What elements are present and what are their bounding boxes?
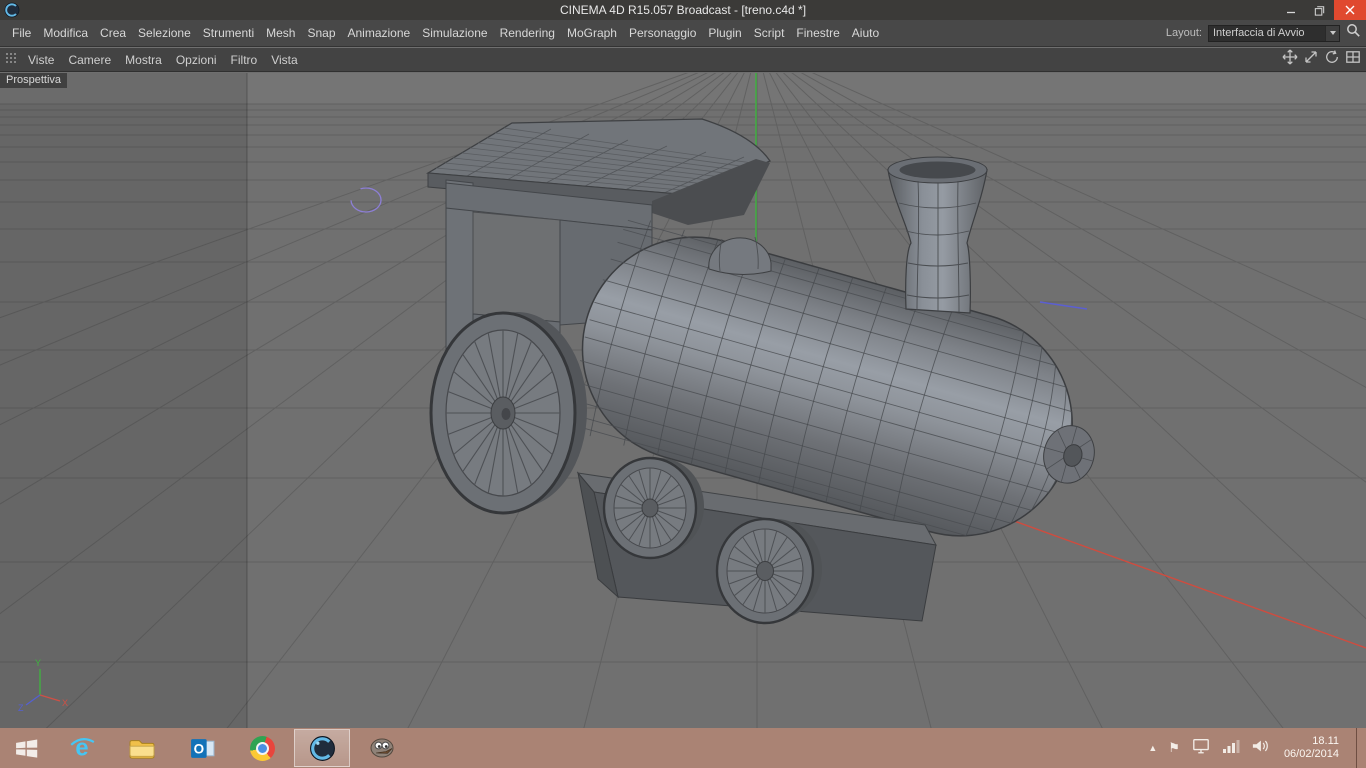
viewport-canvas[interactable]: Prospettiva Y X Z	[0, 73, 1366, 728]
volume-icon[interactable]	[1251, 738, 1269, 759]
menu-aiuto[interactable]: Aiuto	[846, 23, 885, 43]
menu-selezione[interactable]: Selezione	[132, 23, 197, 43]
action-center-flag-icon[interactable]: ⚑	[1168, 740, 1180, 756]
hidden-icons-button[interactable]: ▲	[1148, 743, 1157, 753]
menu-simulazione[interactable]: Simulazione	[416, 23, 493, 43]
outlook-icon: O	[190, 738, 214, 758]
start-button[interactable]	[0, 728, 52, 768]
menu-mesh[interactable]: Mesh	[260, 23, 301, 43]
svg-text:O: O	[193, 741, 204, 756]
axis-z-label: Z	[18, 703, 24, 713]
taskbar-app-chrome[interactable]	[234, 729, 290, 767]
menu-animazione[interactable]: Animazione	[342, 23, 417, 43]
signal-strength-icon[interactable]	[1222, 738, 1240, 759]
menu-mograph[interactable]: MoGraph	[561, 23, 623, 43]
app-icon[interactable]	[4, 2, 20, 18]
menu-finestre[interactable]: Finestre	[790, 23, 845, 43]
menu-strumenti[interactable]: Strumenti	[197, 23, 260, 43]
taskbar-clock[interactable]: 18.11 06/02/2014	[1280, 735, 1339, 761]
chevron-down-icon[interactable]	[1325, 25, 1339, 41]
axis-x-label: X	[62, 698, 68, 708]
menu-rendering[interactable]: Rendering	[494, 23, 561, 43]
menu-plugin[interactable]: Plugin	[702, 23, 747, 43]
clock-date: 06/02/2014	[1283, 748, 1339, 760]
cinema4d-icon	[309, 735, 335, 761]
taskbar-app-cinema-4d[interactable]	[294, 729, 350, 767]
internet-explorer-icon: e	[70, 736, 95, 762]
viewport-nav-icons	[1282, 49, 1366, 70]
viewport-menubar: Viste Camere Mostra Opzioni Filtro Vista	[0, 48, 1366, 72]
menu-snap[interactable]: Snap	[301, 23, 341, 43]
vmenu-mostra[interactable]: Mostra	[118, 51, 169, 69]
vmenu-camere[interactable]: Camere	[61, 51, 118, 69]
taskbar-app-gimp[interactable]	[354, 729, 410, 767]
vmenu-viste[interactable]: Viste	[21, 51, 61, 69]
zoom-view-icon[interactable]	[1303, 49, 1319, 70]
scene-3d: Y X Z	[0, 73, 1366, 728]
toggle-views-icon[interactable]	[1345, 49, 1361, 70]
layout-dropdown-value: Interfaccia di Avvio	[1213, 27, 1305, 39]
window-title: CINEMA 4D R15.057 Broadcast - [treno.c4d…	[559, 3, 807, 17]
windows-logo-icon	[15, 739, 37, 758]
layout-label: Layout:	[1165, 27, 1202, 39]
view-label: Prospettiva	[0, 73, 68, 88]
layout-area: Layout: Interfaccia di Avvio	[1166, 23, 1366, 43]
vmenu-vista[interactable]: Vista	[264, 51, 304, 69]
close-button[interactable]	[1334, 0, 1366, 20]
chrome-icon	[249, 735, 275, 761]
show-desktop-button[interactable]	[1356, 728, 1362, 768]
menu-script[interactable]: Script	[748, 23, 791, 43]
titlebar: CINEMA 4D R15.057 Broadcast - [treno.c4d…	[0, 0, 1366, 20]
taskbar-app-internet-explorer[interactable]: e	[54, 729, 110, 767]
screen: CINEMA 4D R15.057 Broadcast - [treno.c4d…	[0, 0, 1366, 768]
rotate-view-icon[interactable]	[1324, 49, 1340, 70]
folder-icon	[129, 740, 155, 759]
system-tray: ▲ ⚑ 18.11 06/02/2014	[1148, 728, 1366, 768]
vmenu-opzioni[interactable]: Opzioni	[169, 51, 224, 69]
menu-crea[interactable]: Crea	[94, 23, 132, 43]
restore-button[interactable]	[1305, 0, 1334, 20]
gimp-icon	[370, 738, 394, 758]
axis-y-label: Y	[35, 658, 41, 668]
vmenu-filtro[interactable]: Filtro	[224, 51, 265, 69]
window-controls	[1276, 0, 1366, 20]
minimize-button[interactable]	[1276, 0, 1305, 20]
grip-handle-icon[interactable]	[5, 51, 17, 69]
search-icon[interactable]	[1346, 23, 1361, 43]
grid-edge-shade	[0, 73, 247, 728]
menu-modifica[interactable]: Modifica	[37, 23, 94, 43]
network-monitor-icon[interactable]	[1191, 737, 1211, 760]
taskbar: e O ▲ ⚑ 18.11 06/02/2014	[0, 728, 1366, 768]
train-wheel-large	[429, 311, 587, 515]
main-menubar: File Modifica Crea Selezione Strumenti M…	[0, 20, 1366, 47]
taskbar-app-outlook[interactable]: O	[174, 729, 230, 767]
clock-time: 18.11	[1312, 735, 1339, 747]
layout-dropdown[interactable]: Interfaccia di Avvio	[1208, 24, 1340, 42]
pan-view-icon[interactable]	[1282, 49, 1298, 70]
taskbar-app-file-explorer[interactable]	[114, 729, 170, 767]
menu-personaggio[interactable]: Personaggio	[623, 23, 702, 43]
menu-file[interactable]: File	[6, 23, 37, 43]
